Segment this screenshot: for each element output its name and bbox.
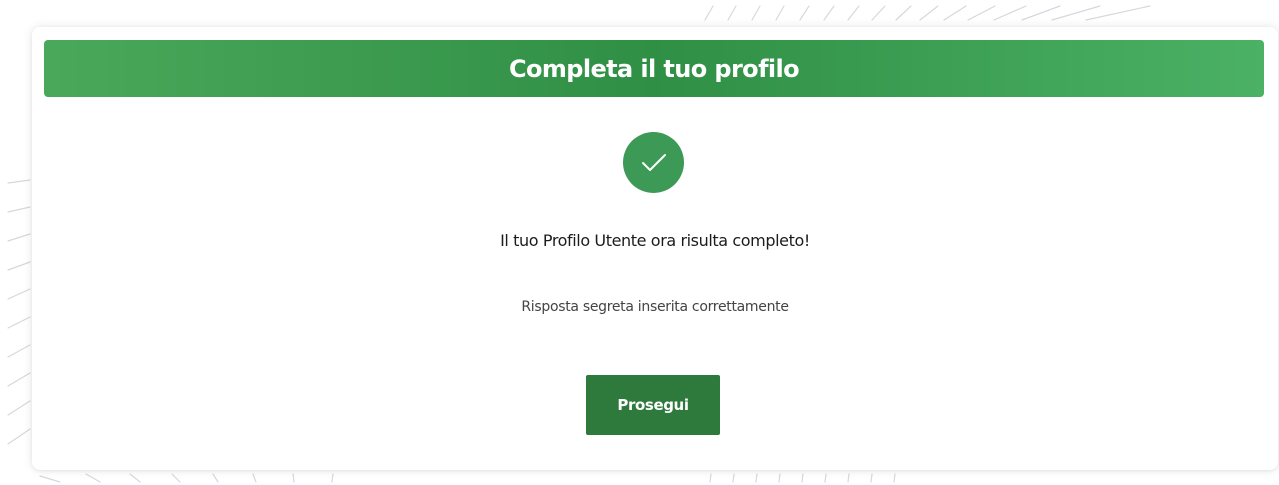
detail-message: Risposta segreta inserita correttamente <box>521 299 789 315</box>
card-header: Completa il tuo profilo <box>44 40 1264 97</box>
profile-complete-card: Completa il tuo profilo Il tuo Profilo U… <box>32 27 1278 470</box>
continue-button[interactable]: Prosegui <box>586 375 720 435</box>
success-message: Il tuo Profilo Utente ora risulta comple… <box>500 231 810 250</box>
check-icon <box>641 153 666 171</box>
success-check-badge <box>623 132 684 193</box>
card-title: Completa il tuo profilo <box>508 54 800 83</box>
